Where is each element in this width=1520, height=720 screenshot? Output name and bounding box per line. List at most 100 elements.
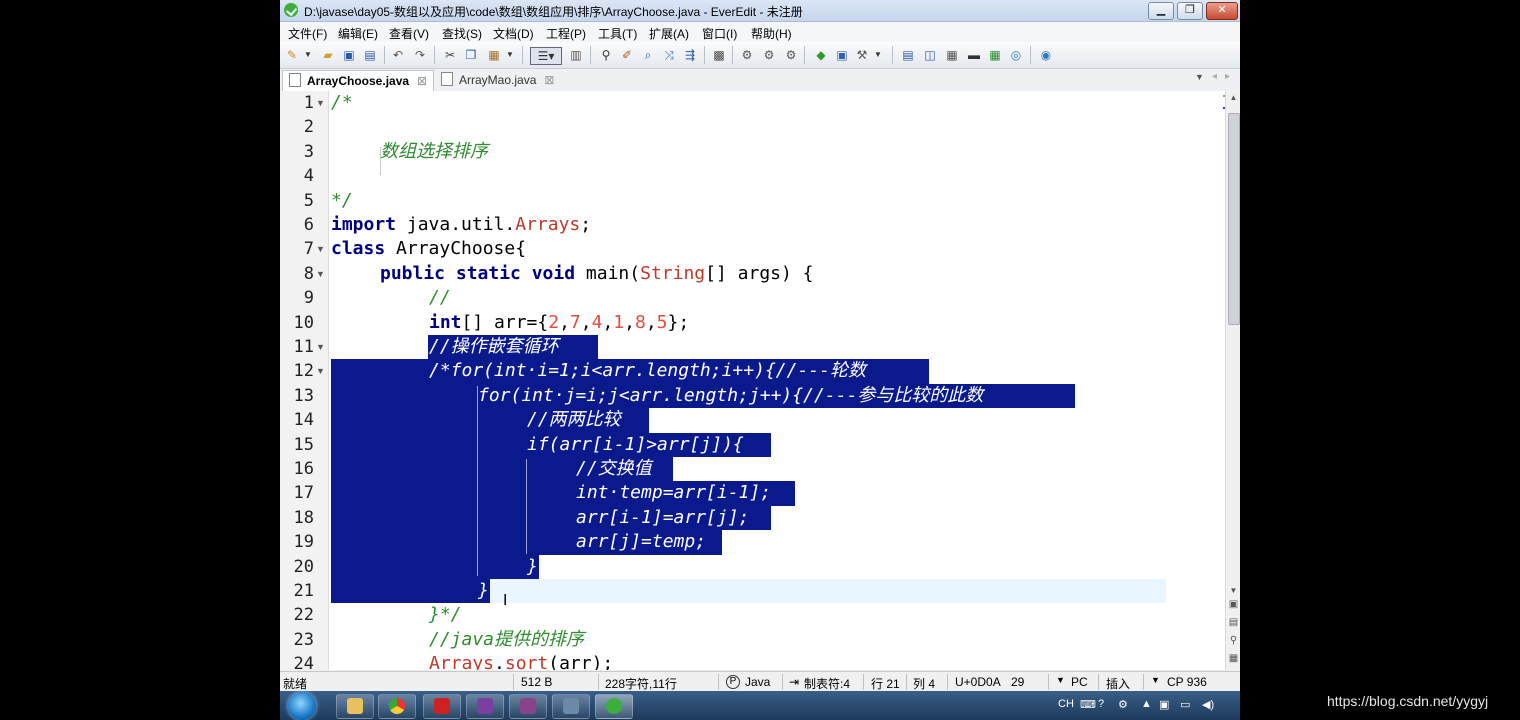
macro-settings-icon[interactable]: ⚙ [783,47,799,63]
help-bubble-icon[interactable]: ◉ [1038,47,1054,63]
fullscreen-icon[interactable]: ▬ [966,47,982,63]
fold-toggle-icon[interactable]: ▼ [316,91,325,115]
word-wrap-icon[interactable]: ☰▾ [530,47,562,65]
redo-icon[interactable]: ↷ [412,47,428,63]
menu-project[interactable]: 工程(P) [546,25,586,42]
minimize-button[interactable]: ▁ [1148,2,1174,20]
run-icon[interactable]: ◆ [813,47,829,63]
sidebar-icon[interactable]: ◫ [922,47,938,63]
ime-indicator[interactable]: CH [1058,698,1074,710]
goto-icon[interactable]: ⇶ [682,47,698,63]
document-list-icon[interactable]: ▦ [944,47,960,63]
taskbar-app2[interactable] [552,694,590,719]
grid-icon[interactable]: ▦ [987,47,1003,63]
view-options-icon[interactable]: ▦ [1226,653,1240,664]
status-insert-mode[interactable]: 插入 [1106,675,1130,692]
tab-scroll-right-icon[interactable]: ▸ [1225,71,1230,82]
browser-icon[interactable]: ◎ [1008,47,1024,63]
scrollbar-thumb[interactable] [1228,113,1240,325]
macro-record-icon[interactable]: ⚙ [739,47,755,63]
menu-edit[interactable]: 编辑(E) [338,25,378,42]
menu-help[interactable]: 帮助(H) [751,25,792,42]
fold-toggle-icon[interactable]: ▼ [316,237,325,261]
menu-find[interactable]: 查找(S) [442,25,482,42]
open-folder-icon[interactable]: ▰ [320,47,336,63]
line-number-gutter: 1 2 3 4 5 6 7 8 9 10 11 12 13 14 15 16 1… [280,91,329,670]
split-window-icon[interactable]: ▤ [900,47,916,63]
tab-arraymao[interactable]: ArrayMao.java ⊠ [435,70,565,90]
code-editor[interactable]: 1 2 3 4 5 6 7 8 9 10 11 12 13 14 15 16 1… [280,91,1225,670]
scroll-up-icon[interactable]: ▲ [1226,93,1240,102]
tools-hammer-icon[interactable]: ⚒ [854,47,870,63]
bookmark-nav-icon[interactable]: ▤ [1226,617,1240,628]
tray-menu-icon[interactable]: ⚙ [1118,698,1128,711]
tab-arraychoose[interactable]: ArrayChoose.java ⊠ [282,70,434,91]
display-icon[interactable]: ▭ [1180,698,1190,711]
tab-scroll-left-icon[interactable]: ◂ [1212,71,1217,82]
menu-extensions[interactable]: 扩展(A) [649,25,689,42]
code-line-12: /*for(int·i=1;i<arr.length;i++){//---轮数 [429,360,866,382]
code-area[interactable]: /* 数组选择排序 */ import java.util.Arrays; cl… [331,91,1225,670]
menu-file[interactable]: 文件(F) [288,25,327,42]
title-bar: D:\javase\day05-数组以及应用\code\数组\数组应用\排序\A… [280,0,1240,22]
copy-icon[interactable]: ❐ [463,47,479,63]
fold-toggle-icon[interactable]: ▼ [316,262,325,286]
chevron-down-icon[interactable]: ▼ [300,47,316,63]
zoom-icon[interactable]: ⚲ [1226,635,1240,646]
undo-icon[interactable]: ↶ [390,47,406,63]
status-separator [782,674,783,690]
cut-icon[interactable]: ✂ [442,47,458,63]
chevron-down-icon[interactable]: ▼ [1056,675,1065,685]
volume-icon[interactable]: ◀) [1202,698,1214,711]
menu-view[interactable]: 查看(V) [389,25,429,42]
column-mode-icon[interactable]: ▥ [568,47,584,63]
tab-list-dropdown-icon[interactable]: ▼ [1195,72,1204,82]
save-icon[interactable]: ▣ [341,47,357,63]
vertical-scrollbar[interactable]: ▲ ▼ ▣ ▤ ⚲ ▦ [1225,91,1240,670]
start-button-icon[interactable] [288,692,316,720]
macro-play-icon[interactable]: ⚙ [761,47,777,63]
code-line-9: // [429,287,451,309]
status-tab-size[interactable]: 制表符:4 [804,675,850,692]
new-file-icon[interactable]: ✎ [284,47,300,63]
menu-document[interactable]: 文档(D) [493,25,534,42]
split-view-icon[interactable]: ▣ [1226,599,1240,610]
restore-button[interactable]: ❐ [1177,2,1203,20]
find-icon[interactable]: ⚲ [598,47,614,63]
network-icon[interactable]: ▣ [1159,698,1169,711]
chevron-down-icon[interactable]: ▼ [502,47,518,63]
chevron-down-icon[interactable]: ▼ [870,47,886,63]
close-button[interactable]: ✕ [1206,2,1238,20]
taskbar-pdf[interactable] [423,694,461,719]
save-all-icon[interactable]: ▤ [362,47,378,63]
bookmark-icon[interactable]: ▩ [711,47,727,63]
code-line-24: Arrays.sort(arr); [429,652,613,670]
find-in-files-icon[interactable]: ⌕ [640,47,656,63]
taskbar-everedit[interactable] [595,694,633,719]
code-text: main( [575,262,641,284]
scroll-down-icon[interactable]: ▼ [1226,586,1240,595]
menu-window[interactable]: 窗口(I) [702,25,737,42]
find-next-icon[interactable]: ⤨ [661,47,677,63]
code-line-10: int[] arr={2,7,4,1,8,5}; [429,311,690,333]
chevron-down-icon[interactable]: ▼ [1151,675,1160,685]
replace-icon[interactable]: ✐ [619,47,635,63]
help-icon[interactable]: ? [1098,698,1104,710]
taskbar-app[interactable] [509,694,547,719]
fold-toggle-icon[interactable]: ▼ [316,335,325,359]
taskbar-explorer[interactable] [336,694,374,719]
tab-close-icon[interactable]: ⊠ [417,74,427,88]
status-line-ending[interactable]: PC [1071,675,1088,689]
fold-toggle-icon[interactable]: ▼ [316,359,325,383]
tray-expand-icon[interactable]: ▲ [1141,698,1152,710]
status-language[interactable]: Java [745,675,770,689]
taskbar-onenote[interactable] [466,694,504,719]
menu-tools[interactable]: 工具(T) [598,25,637,42]
line-number: 17 [293,483,314,504]
ime-keyboard-icon[interactable]: ⌨ [1080,698,1096,711]
taskbar-chrome[interactable] [378,694,416,719]
paste-icon[interactable]: ▦ [486,47,502,63]
output-window-icon[interactable]: ▣ [834,47,850,63]
status-encoding[interactable]: CP 936 [1167,675,1207,689]
tab-close-icon[interactable]: ⊠ [544,73,554,87]
